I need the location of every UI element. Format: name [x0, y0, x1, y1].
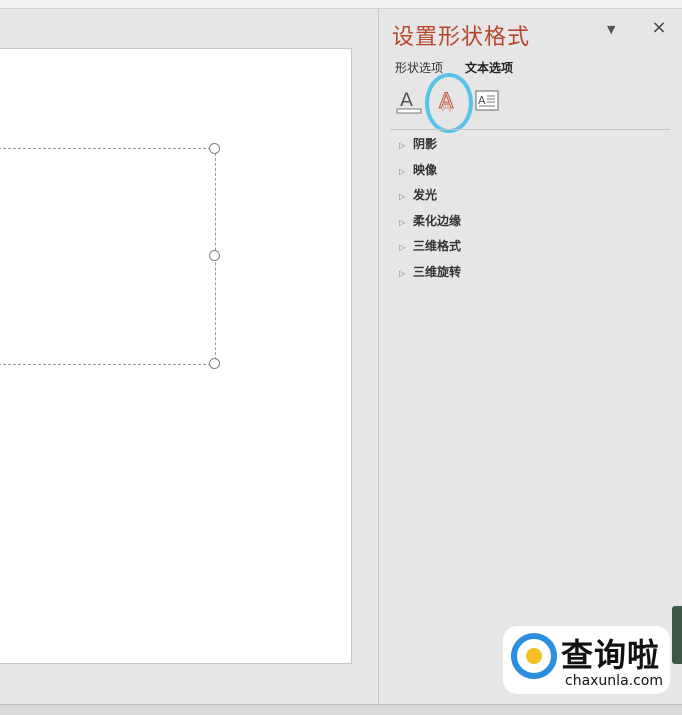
expand-arrow-icon: ▷ [399, 269, 406, 278]
tab-shape-options[interactable]: 形状选项 [395, 59, 443, 76]
section-label: 发光 [413, 188, 438, 202]
annotation-circle [425, 73, 473, 133]
status-bar [0, 704, 682, 715]
expand-arrow-icon: ▷ [399, 141, 406, 150]
dropdown-arrow-icon[interactable]: ▼ [607, 23, 623, 39]
svg-text:A: A [478, 94, 486, 107]
resize-handle-top-right[interactable] [209, 143, 220, 154]
expand-arrow-icon: ▷ [399, 167, 406, 176]
format-shape-pane: 设置形状格式 ▼ × 形状选项 文本选项 A A A A ▷ 阴影 ▷ 映像 ▷ 发光 [379, 9, 682, 704]
resize-handle-right[interactable] [209, 250, 220, 261]
expand-arrow-icon: ▷ [399, 243, 406, 252]
pane-title: 设置形状格式 [392, 25, 531, 50]
scrollbar-thumb[interactable] [672, 606, 682, 664]
ribbon-bottom-edge [0, 0, 682, 9]
watermark-url: chaxunla.com [565, 673, 663, 689]
section-soft-edges[interactable]: ▷ 柔化边缘 [399, 212, 461, 232]
section-label: 柔化边缘 [413, 214, 462, 228]
section-label: 映像 [413, 163, 438, 177]
section-label: 阴影 [413, 137, 438, 151]
section-label: 三维旋转 [413, 265, 462, 279]
divider-line [390, 129, 670, 130]
section-shadow[interactable]: ▷ 阴影 [399, 135, 437, 155]
close-icon[interactable]: × [650, 19, 668, 37]
expand-arrow-icon: ▷ [399, 192, 406, 201]
resize-handle-bottom-right[interactable] [209, 358, 220, 369]
section-3d-format[interactable]: ▷ 三维格式 [399, 237, 461, 257]
magnifier-logo-icon [511, 633, 557, 679]
tab-text-options[interactable]: 文本选项 [465, 59, 513, 76]
section-label: 三维格式 [413, 239, 462, 253]
textbox-icon[interactable]: A [474, 87, 502, 115]
watermark-chinese: 查询啦 [561, 636, 661, 674]
svg-text:A: A [400, 89, 413, 111]
selected-shape[interactable] [0, 148, 216, 365]
section-glow[interactable]: ▷ 发光 [399, 186, 437, 206]
watermark-logo: 查询啦 chaxunla.com [503, 626, 670, 694]
expand-arrow-icon: ▷ [399, 218, 406, 227]
slide-editing-area[interactable] [0, 9, 378, 704]
text-fill-outline-icon[interactable]: A [395, 87, 423, 115]
section-3d-rotation[interactable]: ▷ 三维旋转 [399, 263, 461, 283]
slide-canvas[interactable] [0, 48, 352, 664]
section-reflection[interactable]: ▷ 映像 [399, 161, 437, 181]
